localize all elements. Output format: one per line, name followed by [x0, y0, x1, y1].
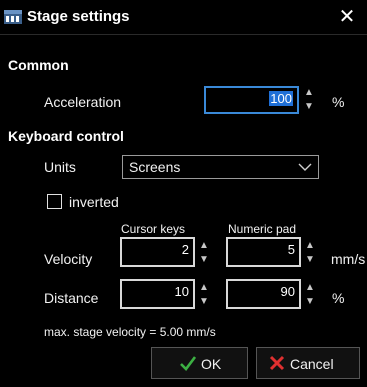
chevron-up-icon[interactable]: ▲: [303, 239, 317, 253]
velocity-numeric-input[interactable]: 5: [226, 237, 301, 267]
chevron-down-icon: [298, 163, 312, 171]
checkmark-icon: [180, 356, 196, 371]
units-label: Units: [44, 159, 76, 175]
distance-numeric-input[interactable]: 90: [226, 279, 301, 309]
chevron-down-icon[interactable]: ▼: [302, 100, 316, 114]
chevron-down-icon[interactable]: ▼: [303, 253, 317, 267]
chevron-up-icon[interactable]: ▲: [197, 281, 211, 295]
acceleration-input[interactable]: 100: [204, 86, 299, 114]
chevron-up-icon[interactable]: ▲: [302, 86, 316, 100]
window-title: Stage settings: [27, 8, 130, 25]
cancel-button[interactable]: Cancel: [256, 347, 360, 379]
acceleration-value: 100: [269, 91, 293, 106]
ok-label: OK: [201, 356, 222, 372]
units-value: Screens: [129, 159, 181, 175]
velocity-unit: mm/s: [331, 251, 366, 267]
chevron-up-icon[interactable]: ▲: [303, 281, 317, 295]
chevron-down-icon[interactable]: ▼: [303, 295, 317, 309]
chevron-down-icon[interactable]: ▼: [197, 253, 211, 267]
velocity-label: Velocity: [44, 251, 93, 267]
distance-cursor-input[interactable]: 10: [120, 279, 195, 309]
column-numeric-pad: Numeric pad: [228, 222, 297, 236]
inverted-checkbox[interactable]: [47, 194, 62, 209]
acceleration-spinner[interactable]: ▲ ▼: [302, 86, 316, 114]
velocity-cursor-input[interactable]: 2: [120, 237, 195, 267]
title-divider: [0, 34, 367, 35]
max-velocity-text: max. stage velocity = 5.00 mm/s: [44, 325, 216, 339]
units-dropdown[interactable]: Screens: [122, 155, 319, 179]
x-mark-icon: [269, 355, 285, 371]
distance-cursor-spinner[interactable]: ▲ ▼: [197, 281, 211, 309]
column-cursor-keys: Cursor keys: [121, 222, 186, 236]
chevron-down-icon[interactable]: ▼: [197, 295, 211, 309]
ok-button[interactable]: OK: [151, 347, 248, 379]
distance-label: Distance: [44, 290, 99, 306]
cancel-label: Cancel: [290, 356, 334, 372]
distance-numeric-spinner[interactable]: ▲ ▼: [303, 281, 317, 309]
chevron-up-icon[interactable]: ▲: [197, 239, 211, 253]
velocity-numeric-spinner[interactable]: ▲ ▼: [303, 239, 317, 267]
app-icon: [4, 10, 22, 24]
distance-unit: %: [332, 290, 345, 306]
acceleration-unit: %: [332, 94, 345, 110]
title-bar: Stage settings ✕: [0, 0, 367, 34]
keyboard-heading: Keyboard control: [8, 128, 124, 144]
close-icon[interactable]: ✕: [332, 3, 362, 31]
velocity-cursor-spinner[interactable]: ▲ ▼: [197, 239, 211, 267]
common-heading: Common: [8, 57, 69, 73]
inverted-label: inverted: [69, 194, 119, 210]
acceleration-label: Acceleration: [44, 94, 122, 110]
